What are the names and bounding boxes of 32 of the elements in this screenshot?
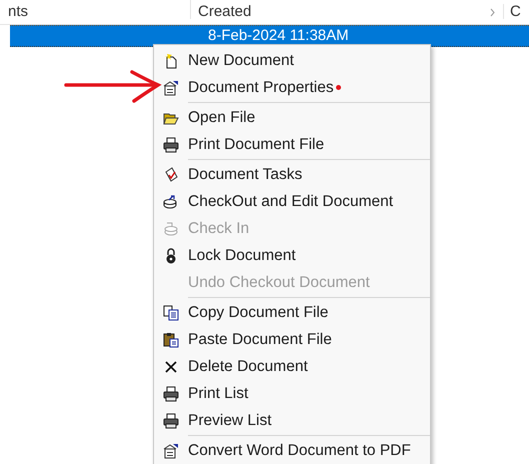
column-header[interactable]: Created xyxy=(190,0,490,19)
printer-icon xyxy=(163,412,179,428)
document-properties-icon xyxy=(163,80,179,96)
menu-item[interactable]: Lock Document xyxy=(154,242,430,269)
menu-item[interactable]: Print Document File xyxy=(154,131,430,158)
menu-item[interactable]: Convert Word Document to PDF xyxy=(154,437,430,464)
table-row[interactable]: 8-Feb-2024 11:38AM xyxy=(10,25,529,47)
menu-item[interactable]: Print List xyxy=(154,380,430,407)
menu-item[interactable]: Delete Document xyxy=(154,353,430,380)
menu-item[interactable]: Document Properties xyxy=(154,74,430,101)
printer-icon xyxy=(163,136,179,152)
new-document-icon xyxy=(163,52,179,68)
tray-icon xyxy=(163,220,179,236)
chevron-icon xyxy=(490,8,495,17)
column-header[interactable]: C xyxy=(503,4,521,19)
lock-icon xyxy=(164,248,178,264)
menu-item[interactable]: Preview List xyxy=(154,407,430,434)
clipboard-check-icon xyxy=(163,166,179,182)
printer-icon xyxy=(163,386,179,402)
column-header[interactable]: nts xyxy=(0,4,190,19)
menu-item[interactable]: Document Tasks xyxy=(154,161,430,188)
menu-item[interactable]: New Document xyxy=(154,47,430,74)
copy-icon xyxy=(163,304,179,320)
menu-item[interactable]: Paste Document File xyxy=(154,326,430,353)
paste-icon xyxy=(163,332,179,348)
menu-item[interactable]: CheckOut and Edit Document xyxy=(154,188,430,215)
menu-item[interactable]: Open File xyxy=(154,104,430,131)
menu-item[interactable]: Copy Document File xyxy=(154,299,430,326)
tray-arrow-icon xyxy=(163,194,179,210)
delete-icon xyxy=(164,360,178,374)
document-properties-icon xyxy=(163,442,179,458)
table-cell: 8-Feb-2024 11:38AM xyxy=(208,27,349,44)
